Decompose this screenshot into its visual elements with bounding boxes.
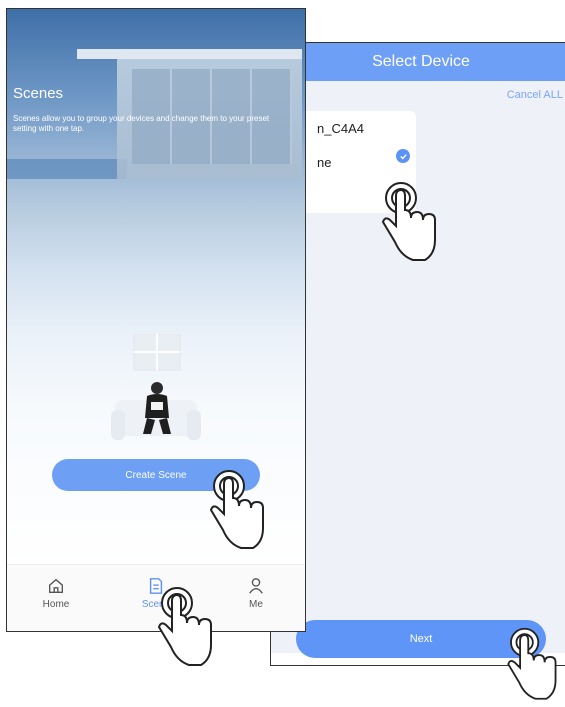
device-name: n_C4A4 [317, 121, 364, 136]
sea-graphic [7, 159, 127, 179]
tap-hand-icon [381, 182, 436, 261]
home-icon [49, 578, 63, 593]
person-icon [249, 578, 263, 594]
checkmark-icon[interactable] [396, 149, 410, 163]
device-list-area: Cancel ALL n_C4A4 ne [271, 81, 565, 653]
cancel-all-link[interactable]: Cancel ALL [507, 89, 563, 101]
page-title: Scenes [13, 85, 64, 102]
create-scene-label: Create Scene [125, 469, 187, 481]
tab-me-label: Me [249, 599, 263, 610]
device-subtitle: ne [317, 155, 332, 170]
page-description: Scenes allow you to group your devices a… [13, 114, 270, 133]
tap-hand-icon [157, 587, 212, 666]
tab-me[interactable]: Me [226, 577, 286, 610]
tab-home[interactable]: Home [26, 577, 86, 610]
tap-hand-icon [209, 470, 264, 549]
tab-home-label: Home [42, 599, 70, 610]
select-device-header: Select Device [271, 43, 565, 81]
house-roof-graphic [77, 49, 302, 59]
tap-hand-icon [507, 627, 557, 700]
header-title: Select Device [372, 53, 470, 70]
select-device-screen: Select Device Cancel ALL n_C4A4 ne [270, 42, 565, 666]
person-on-sofa-illustration [111, 334, 201, 440]
